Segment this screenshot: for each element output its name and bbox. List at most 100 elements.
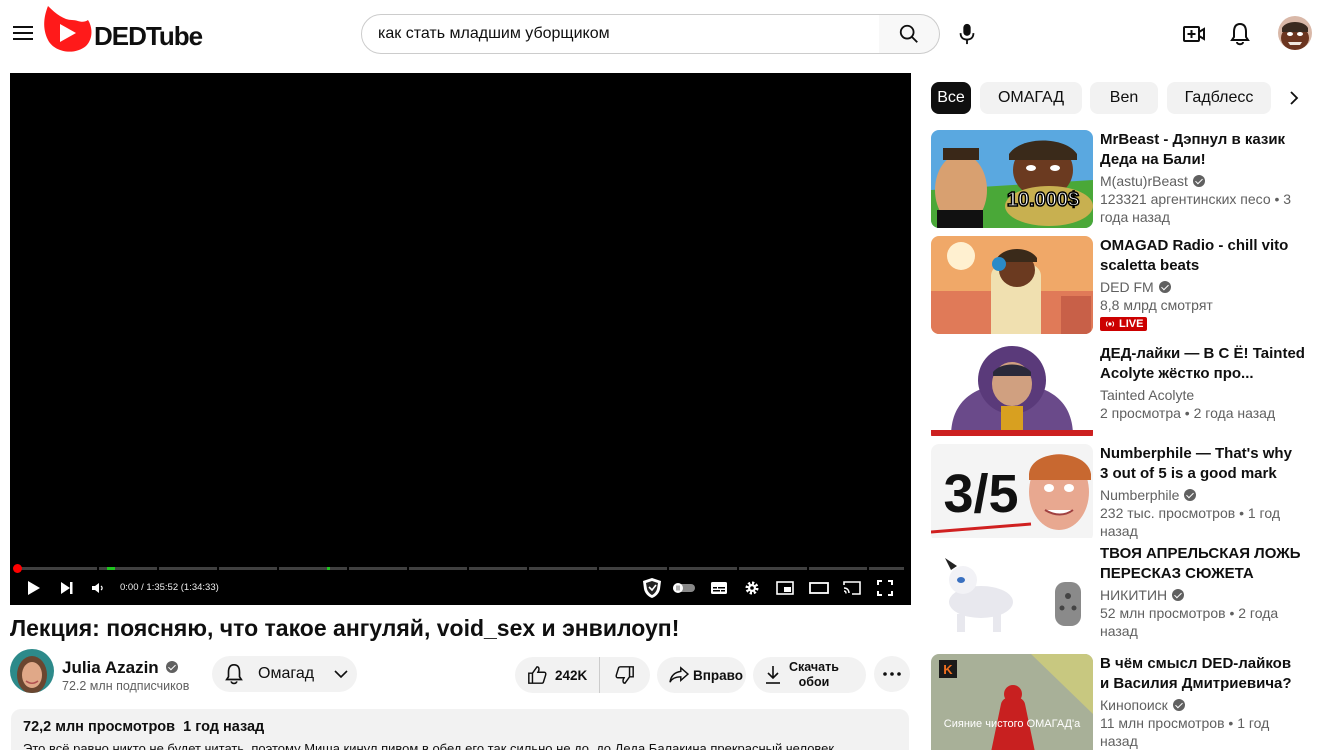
notifications-button[interactable]	[1224, 18, 1256, 50]
verified-icon	[1172, 699, 1185, 711]
bell-icon	[1230, 22, 1250, 46]
progress-knob[interactable]	[13, 564, 22, 573]
video-title: Numberphile — That's why 3 out of 5 is a…	[1100, 445, 1292, 482]
toggle-icon	[673, 583, 695, 593]
video-meta: назад	[1100, 733, 1138, 749]
chip-ben[interactable]: Ben	[1090, 82, 1158, 114]
fullscreen-button[interactable]	[873, 576, 897, 600]
subscribe-button[interactable]: Омагад	[212, 656, 357, 692]
progress-chapter-marker	[327, 567, 330, 570]
video-meta: назад	[1100, 523, 1138, 539]
avatar-image	[1278, 16, 1312, 50]
autoplay-toggle[interactable]	[670, 576, 698, 600]
shield-icon	[643, 578, 661, 598]
channel-name: M(astu)rBeast	[1100, 172, 1316, 190]
recommended-video[interactable]: 10.000$ MrBeast - Дэпнул в казик Деда на…	[931, 130, 1321, 230]
cast-icon	[843, 581, 861, 595]
channel-name: Numberphile	[1100, 486, 1316, 504]
video-meta: 2 просмотра • 2 года назад	[1100, 405, 1276, 421]
subtitles-icon	[711, 582, 727, 594]
search-icon	[899, 24, 918, 43]
video-player[interactable]: 0:00 / 1:35:52 (1:34:33)	[10, 73, 911, 605]
video-meta: 52 млн просмотров • 2 года	[1100, 605, 1279, 621]
like-count: 242K	[555, 667, 588, 683]
description-box[interactable]: 72,2 млн просмотров 1 год назад Это всё …	[11, 709, 909, 750]
channel-name: НИКИТИН	[1100, 586, 1316, 604]
chip-all[interactable]: Все	[931, 82, 971, 114]
create-video-button[interactable]	[1178, 18, 1210, 50]
next-button[interactable]	[55, 576, 79, 600]
theater-icon	[809, 582, 829, 594]
share-icon	[669, 666, 689, 683]
recommended-video[interactable]: 3/5 Numberphile — That's why 3 out of 5 …	[931, 444, 1321, 540]
share-label: Вправо	[693, 667, 744, 683]
dislike-button[interactable]	[600, 657, 650, 693]
video-meta: 8,8 млрд смотрят	[1100, 297, 1213, 313]
video-thumbnail	[931, 236, 1093, 334]
video-title: ДЕД-лайки — В С Ё! Tainted Acolyte жёстк…	[1100, 345, 1305, 382]
recommended-video[interactable]: OMAGAD Radio - chill vito scaletta beats…	[931, 236, 1321, 336]
share-button[interactable]: Вправо	[657, 657, 746, 693]
download-button[interactable]: Скачать обои	[753, 657, 866, 693]
video-title: ТВОЯ АПРЕЛЬСКАЯ ЛОЖЬ ПЕРЕСКАЗ СЮЖЕТА	[1100, 545, 1301, 582]
recommended-video[interactable]: ТВОЯ АПРЕЛЬСКАЯ ЛОЖЬ ПЕРЕСКАЗ СЮЖЕТА НИК…	[931, 544, 1321, 644]
description-text: Это всё равно никто не будет читать, поэ…	[23, 741, 835, 750]
cast-button[interactable]	[840, 576, 864, 600]
live-badge: LIVE	[1100, 317, 1148, 331]
recommended-video[interactable]: ДЕД-лайки — В С Ё! Tainted Acolyte жёстк…	[931, 344, 1321, 438]
logo[interactable]: DEDTube	[42, 2, 203, 58]
video-thumbnail	[931, 344, 1093, 442]
verified-icon	[1184, 489, 1197, 501]
video-meta: назад	[1100, 623, 1138, 639]
recommended-video[interactable]: K Сияние чистого ОМАГАД'а В чём смысл DE…	[931, 654, 1321, 750]
miniplayer-button[interactable]	[773, 576, 797, 600]
logo-icon	[44, 6, 92, 52]
microphone-icon	[959, 23, 975, 45]
gear-icon	[745, 581, 759, 595]
fullscreen-icon	[877, 580, 893, 596]
account-avatar[interactable]	[1278, 16, 1312, 50]
player-controls: 0:00 / 1:35:52 (1:34:33)	[10, 573, 911, 603]
logo-text: DEDTube	[94, 21, 203, 51]
like-button[interactable]: 242K	[515, 657, 600, 693]
channel-avatar[interactable]	[10, 649, 54, 693]
chip-omagad[interactable]: ОМАГАД	[980, 82, 1082, 114]
progress-bar[interactable]	[13, 564, 904, 573]
miniplayer-icon	[776, 581, 794, 595]
skip-next-icon	[61, 582, 73, 594]
chevron-right-icon	[1290, 91, 1299, 105]
theater-mode-button[interactable]	[807, 576, 831, 600]
video-title: MrBeast - Дэпнул в казик Деда на Бали!	[1100, 131, 1286, 168]
upload-date: 1 год назад	[183, 719, 265, 735]
channel-name: DED FM	[1100, 278, 1316, 296]
thumbnail-text: 10.000$	[1007, 189, 1079, 211]
like-dislike-group: 242K	[515, 657, 650, 693]
top-bar: DEDTube как стать младшим уборщиком	[0, 0, 1336, 68]
video-meta: года назад	[1100, 209, 1170, 225]
search-button[interactable]	[879, 14, 940, 54]
filter-chips: Все ОМАГАД Ben Гадблесс	[931, 82, 1311, 114]
verified-icon	[1172, 589, 1185, 601]
volume-button[interactable]	[86, 576, 110, 600]
video-thumbnail: 10.000$	[931, 130, 1093, 228]
play-button[interactable]	[22, 576, 46, 600]
view-count: 72,2 млн просмотров	[23, 719, 176, 735]
chip-godbless[interactable]: Гадблесс	[1167, 82, 1271, 114]
channel-name[interactable]: Julia Azazin	[62, 658, 179, 678]
bell-icon	[225, 664, 243, 685]
video-meta: 123321 аргентинских песо • 3	[1100, 191, 1292, 207]
more-horizontal-icon	[883, 672, 901, 676]
more-actions-button[interactable]	[874, 656, 910, 692]
adblock-shield-button[interactable]	[640, 576, 664, 600]
menu-icon[interactable]	[11, 22, 35, 44]
search-input[interactable]: как стать младшим уборщиком	[361, 14, 880, 54]
subtitles-button[interactable]	[707, 576, 731, 600]
voice-search-button[interactable]	[950, 17, 984, 51]
video-meta: 232 тыс. просмотров • 1 год	[1100, 505, 1280, 521]
chips-next-button[interactable]	[1278, 82, 1310, 114]
verified-icon	[166, 661, 179, 673]
video-thumbnail: K Сияние чистого ОМАГАД'а	[931, 654, 1093, 750]
video-thumbnail: 3/5	[931, 444, 1093, 542]
channel-name: Tainted Acolyte	[1100, 387, 1195, 403]
settings-button[interactable]	[740, 576, 764, 600]
